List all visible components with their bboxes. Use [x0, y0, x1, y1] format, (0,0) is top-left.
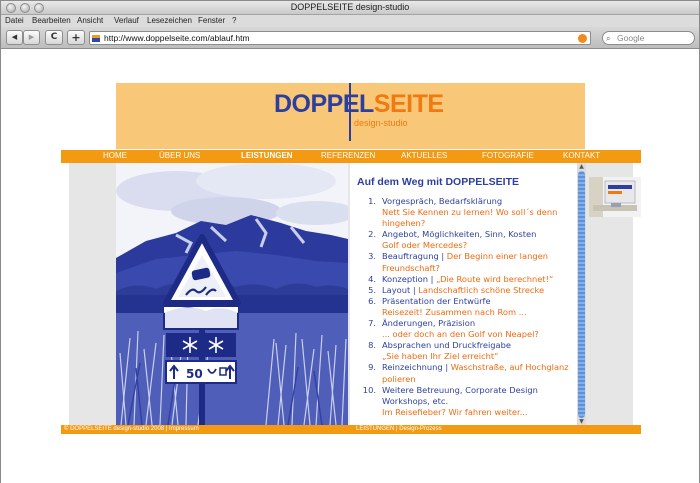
step-title: Reinzeichnung	[382, 362, 443, 373]
add-bookmark-button[interactable]: +	[67, 30, 85, 45]
step-separator: |	[430, 273, 434, 284]
logo-divider	[349, 83, 351, 141]
search-icon: ⌕	[606, 34, 611, 43]
step-item: 1. Vorgespräch, Bedarfsklärung Nett Sie …	[356, 196, 576, 229]
menu-verlauf[interactable]: Verlauf	[114, 16, 139, 25]
window-title: DOPPELSEITE design-studio	[290, 2, 410, 12]
step-number: 4.	[368, 273, 376, 284]
step-title: Konzeption	[382, 273, 428, 284]
step-title: Beauftragung	[382, 251, 439, 262]
reload-icon: C	[50, 32, 58, 42]
browser-window: DOPPELSEITE design-studio Datei Bearbeit…	[0, 0, 700, 483]
step-item: 6. Präsentation der Entwürfe Reisezeit! …	[356, 296, 576, 318]
step-item: 10. Weitere Betreuung, Corporate Design …	[356, 385, 576, 418]
logo-seite: SEITE	[373, 90, 444, 118]
studio-thumbnail-image	[589, 177, 641, 217]
nav-kontakt[interactable]: KONTAKT	[563, 151, 600, 160]
step-item: 7. Änderungen, Präzision ... oder doch a…	[356, 318, 576, 340]
url-text: http://www.doppelseite.com/ablauf.htm	[104, 33, 250, 43]
step-number: 8.	[368, 340, 376, 351]
step-subtitle: ... oder doch an den Golf von Neapel?	[382, 329, 539, 340]
site-favicon-icon	[92, 35, 100, 42]
step-title: Vorgespräch, Bedarfsklärung	[382, 196, 503, 206]
step-separator: |	[441, 251, 445, 262]
step-subtitle: „Die Route wird berechnet!“	[436, 273, 554, 284]
header-banner: DOPPELSEITE design-studio	[116, 83, 585, 149]
sign-speed-text: 50	[186, 367, 203, 381]
step-number: 7.	[368, 318, 376, 329]
footer-copyright[interactable]: © DOPPELSEITE design-studio 2008 | Impre…	[64, 425, 199, 434]
web-page: DOPPELSEITE design-studio HOME ÜBER UNS …	[1, 50, 699, 483]
step-number: 2.	[368, 229, 376, 240]
road-sign-illustration: 50	[116, 163, 348, 425]
menu-bearbeiten[interactable]: Bearbeiten	[32, 16, 71, 25]
step-subtitle: Nett Sie Kennen zu lernen! Wo soll´s den…	[382, 207, 558, 229]
back-arrow-icon: ◀	[11, 33, 18, 41]
search-placeholder: Google	[617, 33, 645, 43]
step-number: 9.	[368, 362, 376, 373]
menu-ansicht[interactable]: Ansicht	[77, 16, 103, 25]
step-number: 3.	[368, 251, 376, 262]
step-item: 2. Angebot, Möglichkeiten, Sinn, Kosten …	[356, 229, 576, 251]
menu-fenster[interactable]: Fenster	[198, 16, 225, 25]
address-bar[interactable]: http://www.doppelseite.com/ablauf.htm	[89, 31, 591, 45]
scroll-up-icon[interactable]: ▲	[578, 163, 585, 170]
footer-breadcrumb[interactable]: LEISTUNGEN | Design-Prozess	[356, 425, 442, 434]
step-item: 8. Absprachen und Druckfreigabe „Sie hab…	[356, 340, 576, 362]
scroll-down-icon[interactable]: ▼	[578, 418, 585, 425]
step-item: 3. Beauftragung | Der Beginn einer lange…	[356, 251, 576, 273]
logo-subtitle: design-studio	[354, 118, 408, 128]
nav-aktuelles[interactable]: AKTUELLES	[401, 151, 447, 160]
step-subtitle: Golf oder Mercedes?	[382, 240, 468, 251]
step-title: Präsentation der Entwürfe	[382, 295, 491, 306]
step-item: 9. Reinzeichnung | Waschstraße, auf Hoch…	[356, 362, 576, 384]
site-footer: © DOPPELSEITE design-studio 2008 | Impre…	[61, 425, 641, 434]
nav-ueber-uns[interactable]: ÜBER UNS	[159, 151, 200, 160]
nav-home[interactable]: HOME	[103, 151, 127, 160]
nav-leistungen[interactable]: LEISTUNGEN	[241, 151, 293, 160]
step-title: Weitere Betreuung, Corporate Design Work…	[382, 384, 538, 406]
process-panel: Auf dem Weg mit DOPPELSEITE 1. Vorgesprä…	[350, 163, 577, 425]
menu-help[interactable]: ?	[232, 16, 236, 25]
search-input[interactable]: ⌕ Google	[602, 31, 695, 45]
step-separator: |	[412, 284, 416, 295]
scroll-thumb[interactable]	[578, 171, 585, 418]
panel-scrollbar[interactable]: ▲ ▼	[577, 163, 586, 425]
title-bar: DOPPELSEITE design-studio	[1, 1, 699, 15]
site-navigation: HOME ÜBER UNS LEISTUNGEN REFERENZEN AKTU…	[61, 150, 641, 163]
step-subtitle: Landschaftlich schöne Strecke	[418, 284, 545, 295]
step-subtitle: Im Reisefieber? Wir fahren weiter...	[382, 406, 528, 417]
nav-referenzen[interactable]: REFERENZEN	[321, 151, 375, 160]
logo-doppel: DOPPEL	[274, 90, 374, 118]
reload-button[interactable]: C	[45, 30, 63, 45]
forward-arrow-icon: ▶	[28, 33, 35, 41]
studio-thumbnail[interactable]	[589, 177, 641, 217]
step-subtitle: „Sie haben Ihr Ziel erreicht“	[382, 351, 499, 362]
forward-button[interactable]: ▶	[23, 30, 40, 45]
step-item: 4. Konzeption | „Die Route wird berechne…	[356, 274, 576, 285]
step-title: Angebot, Möglichkeiten, Sinn, Kosten	[382, 229, 537, 240]
step-number: 5.	[368, 284, 376, 295]
step-title: Änderungen, Präzision	[382, 318, 476, 329]
step-item: 5. Layout | Landschaftlich schöne Streck…	[356, 285, 576, 296]
step-separator: |	[445, 362, 449, 373]
step-number: 6.	[368, 295, 376, 306]
road-sign-photo: 50	[116, 163, 348, 425]
process-steps-list: 1. Vorgespräch, Bedarfsklärung Nett Sie …	[356, 196, 576, 418]
step-title: Layout	[382, 284, 411, 295]
menu-lesezeichen[interactable]: Lesezeichen	[147, 16, 192, 25]
step-number: 1.	[368, 196, 376, 206]
step-title: Absprachen und Druckfreigabe	[382, 340, 511, 351]
nav-fotografie[interactable]: FOTOGRAFIE	[482, 151, 534, 160]
back-button[interactable]: ◀	[6, 30, 23, 45]
plus-icon: +	[71, 31, 81, 44]
site-logo[interactable]: DOPPELSEITE	[274, 90, 444, 118]
step-subtitle: Reisezeit! Zusammen nach Rom ...	[382, 306, 527, 317]
rss-icon[interactable]	[578, 34, 587, 43]
menu-bar: Datei Bearbeiten Ansicht Verlauf Lesezei…	[1, 15, 699, 27]
panel-title: Auf dem Weg mit DOPPELSEITE	[357, 176, 519, 188]
browser-toolbar: ◀ ▶ C + http://www.doppelseite.com/ablau…	[1, 27, 699, 49]
step-number: 10.	[362, 384, 376, 395]
menu-datei[interactable]: Datei	[5, 16, 24, 25]
